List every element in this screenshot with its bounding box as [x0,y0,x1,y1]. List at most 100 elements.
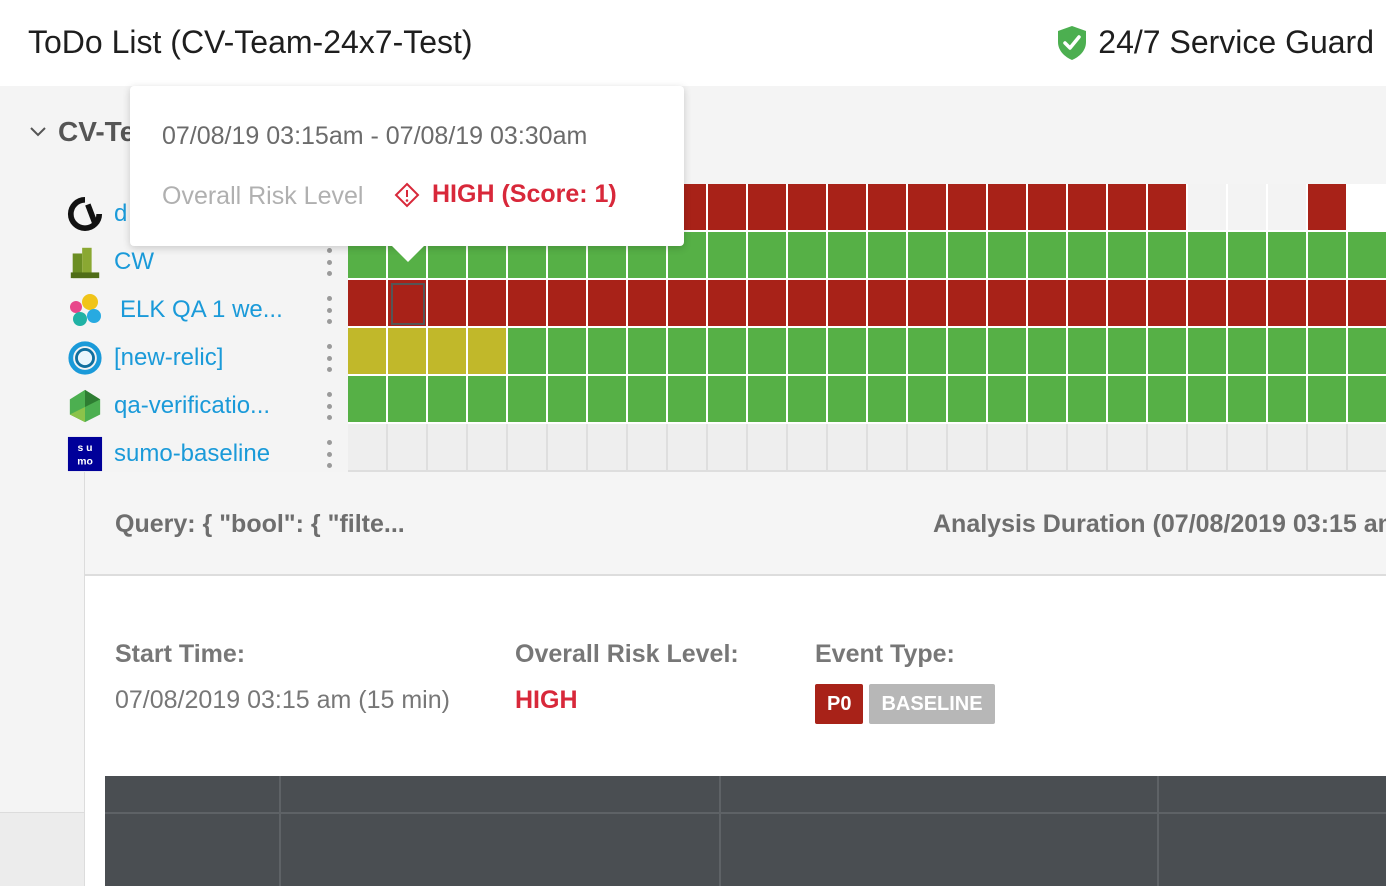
heatmap-cell[interactable] [708,232,748,280]
heatmap-cell[interactable] [1268,280,1308,328]
heatmap-cell[interactable] [668,280,708,328]
heatmap-cell[interactable] [1108,376,1148,424]
heatmap-cell[interactable] [1348,280,1386,328]
heatmap-cell[interactable] [1348,376,1386,424]
heatmap-cell[interactable] [828,376,868,424]
heatmap-cell[interactable] [548,280,588,328]
heatmap-cell[interactable] [388,328,428,376]
heatmap-cell[interactable] [908,280,948,328]
heatmap-cell[interactable] [988,376,1028,424]
heatmap-cell[interactable] [1148,184,1188,232]
heatmap-cell[interactable] [1308,328,1348,376]
heatmap-cell[interactable] [948,328,988,376]
heatmap-cell[interactable] [628,280,668,328]
heatmap-cell[interactable] [748,328,788,376]
heatmap-cell[interactable] [1188,376,1228,424]
heatmap-cell[interactable] [1308,376,1348,424]
heatmap-cell[interactable] [988,184,1028,232]
heatmap-cell[interactable] [1148,328,1188,376]
heatmap-cell[interactable] [468,328,508,376]
chevron-down-icon[interactable] [28,122,48,142]
heatmap-cell[interactable] [508,280,548,328]
more-options-icon[interactable] [326,392,332,420]
heatmap-cell[interactable] [1348,328,1386,376]
heatmap-cell[interactable] [868,184,908,232]
heatmap-cell[interactable] [908,376,948,424]
heatmap-cell[interactable] [1068,328,1108,376]
heatmap-cell[interactable] [1308,280,1348,328]
query-text[interactable]: Query: { "bool": { "filte... [115,510,405,539]
heatmap-cell[interactable] [988,232,1028,280]
heatmap-cell[interactable] [1108,328,1148,376]
heatmap-cell[interactable] [428,280,468,328]
service-name[interactable]: CW [114,248,154,276]
heatmap-cell[interactable] [1068,376,1108,424]
heatmap-cell[interactable] [1068,280,1108,328]
heatmap-cell[interactable] [708,280,748,328]
more-options-icon[interactable] [326,344,332,372]
heatmap-cell[interactable] [868,328,908,376]
more-options-icon[interactable] [326,296,332,324]
heatmap-cell[interactable] [948,184,988,232]
heatmap-cell[interactable] [1028,328,1068,376]
heatmap-cell[interactable] [788,280,828,328]
more-options-icon[interactable] [326,440,332,468]
heatmap-cell[interactable] [908,184,948,232]
heatmap-cell[interactable] [348,328,388,376]
heatmap-cell[interactable] [1068,184,1108,232]
heatmap-cell[interactable] [468,280,508,328]
heatmap-cell[interactable] [908,232,948,280]
service-row-new-relic[interactable]: [new-relic] [66,334,348,382]
heatmap-cell[interactable] [948,232,988,280]
service-name[interactable]: [new-relic] [114,344,223,372]
heatmap-cell[interactable] [1188,232,1228,280]
heatmap-cell[interactable] [588,280,628,328]
heatmap-cell[interactable] [1028,280,1068,328]
heatmap-cell[interactable] [1228,280,1268,328]
heatmap-cell[interactable] [868,280,908,328]
heatmap-cell[interactable] [588,328,628,376]
heatmap-cell[interactable] [548,328,588,376]
heatmap-cell[interactable] [1268,232,1308,280]
heatmap-cell[interactable] [628,328,668,376]
heatmap-cell[interactable] [1308,184,1348,232]
service-name[interactable]: ELK QA 1 we... [120,296,283,324]
heatmap-cell[interactable] [468,376,508,424]
heatmap-cell[interactable] [868,376,908,424]
service-row-sumo-baseline[interactable]: s u mo sumo-baseline [66,430,348,478]
service-row-elk[interactable]: ELK QA 1 we... [66,286,348,334]
heatmap-cell[interactable] [948,280,988,328]
heatmap-cell[interactable] [348,376,388,424]
service-guard-label[interactable]: 24/7 Service Guard [1056,24,1374,61]
heatmap-cell[interactable] [628,376,668,424]
heatmap-cell[interactable] [1148,280,1188,328]
heatmap-cell[interactable] [828,184,868,232]
heatmap-cell[interactable] [1108,184,1148,232]
heatmap-cell[interactable] [788,328,828,376]
heatmap-cell[interactable] [788,232,828,280]
heatmap-cell[interactable] [588,376,628,424]
more-options-icon[interactable] [326,248,332,276]
heatmap-cell[interactable] [988,328,1028,376]
heatmap-cell[interactable] [1188,184,1228,232]
heatmap-cell[interactable] [748,232,788,280]
heatmap-cell[interactable] [1148,232,1188,280]
service-name[interactable]: qa-verificatio... [114,392,270,420]
heatmap-cell[interactable] [668,328,708,376]
heatmap-cell[interactable] [1228,184,1268,232]
heatmap-cell[interactable] [1228,376,1268,424]
heatmap-cell[interactable] [1028,376,1068,424]
heatmap-cell[interactable] [388,376,428,424]
heatmap-cell[interactable] [1028,184,1068,232]
heatmap-cell[interactable] [1228,232,1268,280]
heatmap-cell[interactable] [788,376,828,424]
heatmap-cell[interactable] [908,328,948,376]
heatmap-cell[interactable] [1108,280,1148,328]
heatmap-cell[interactable] [1268,376,1308,424]
heatmap-cell[interactable] [1228,328,1268,376]
heatmap-cell[interactable] [508,328,548,376]
heatmap-cell[interactable] [388,280,428,328]
service-name[interactable]: d [114,200,127,228]
heatmap-cell[interactable] [708,328,748,376]
heatmap-cell[interactable] [1308,232,1348,280]
